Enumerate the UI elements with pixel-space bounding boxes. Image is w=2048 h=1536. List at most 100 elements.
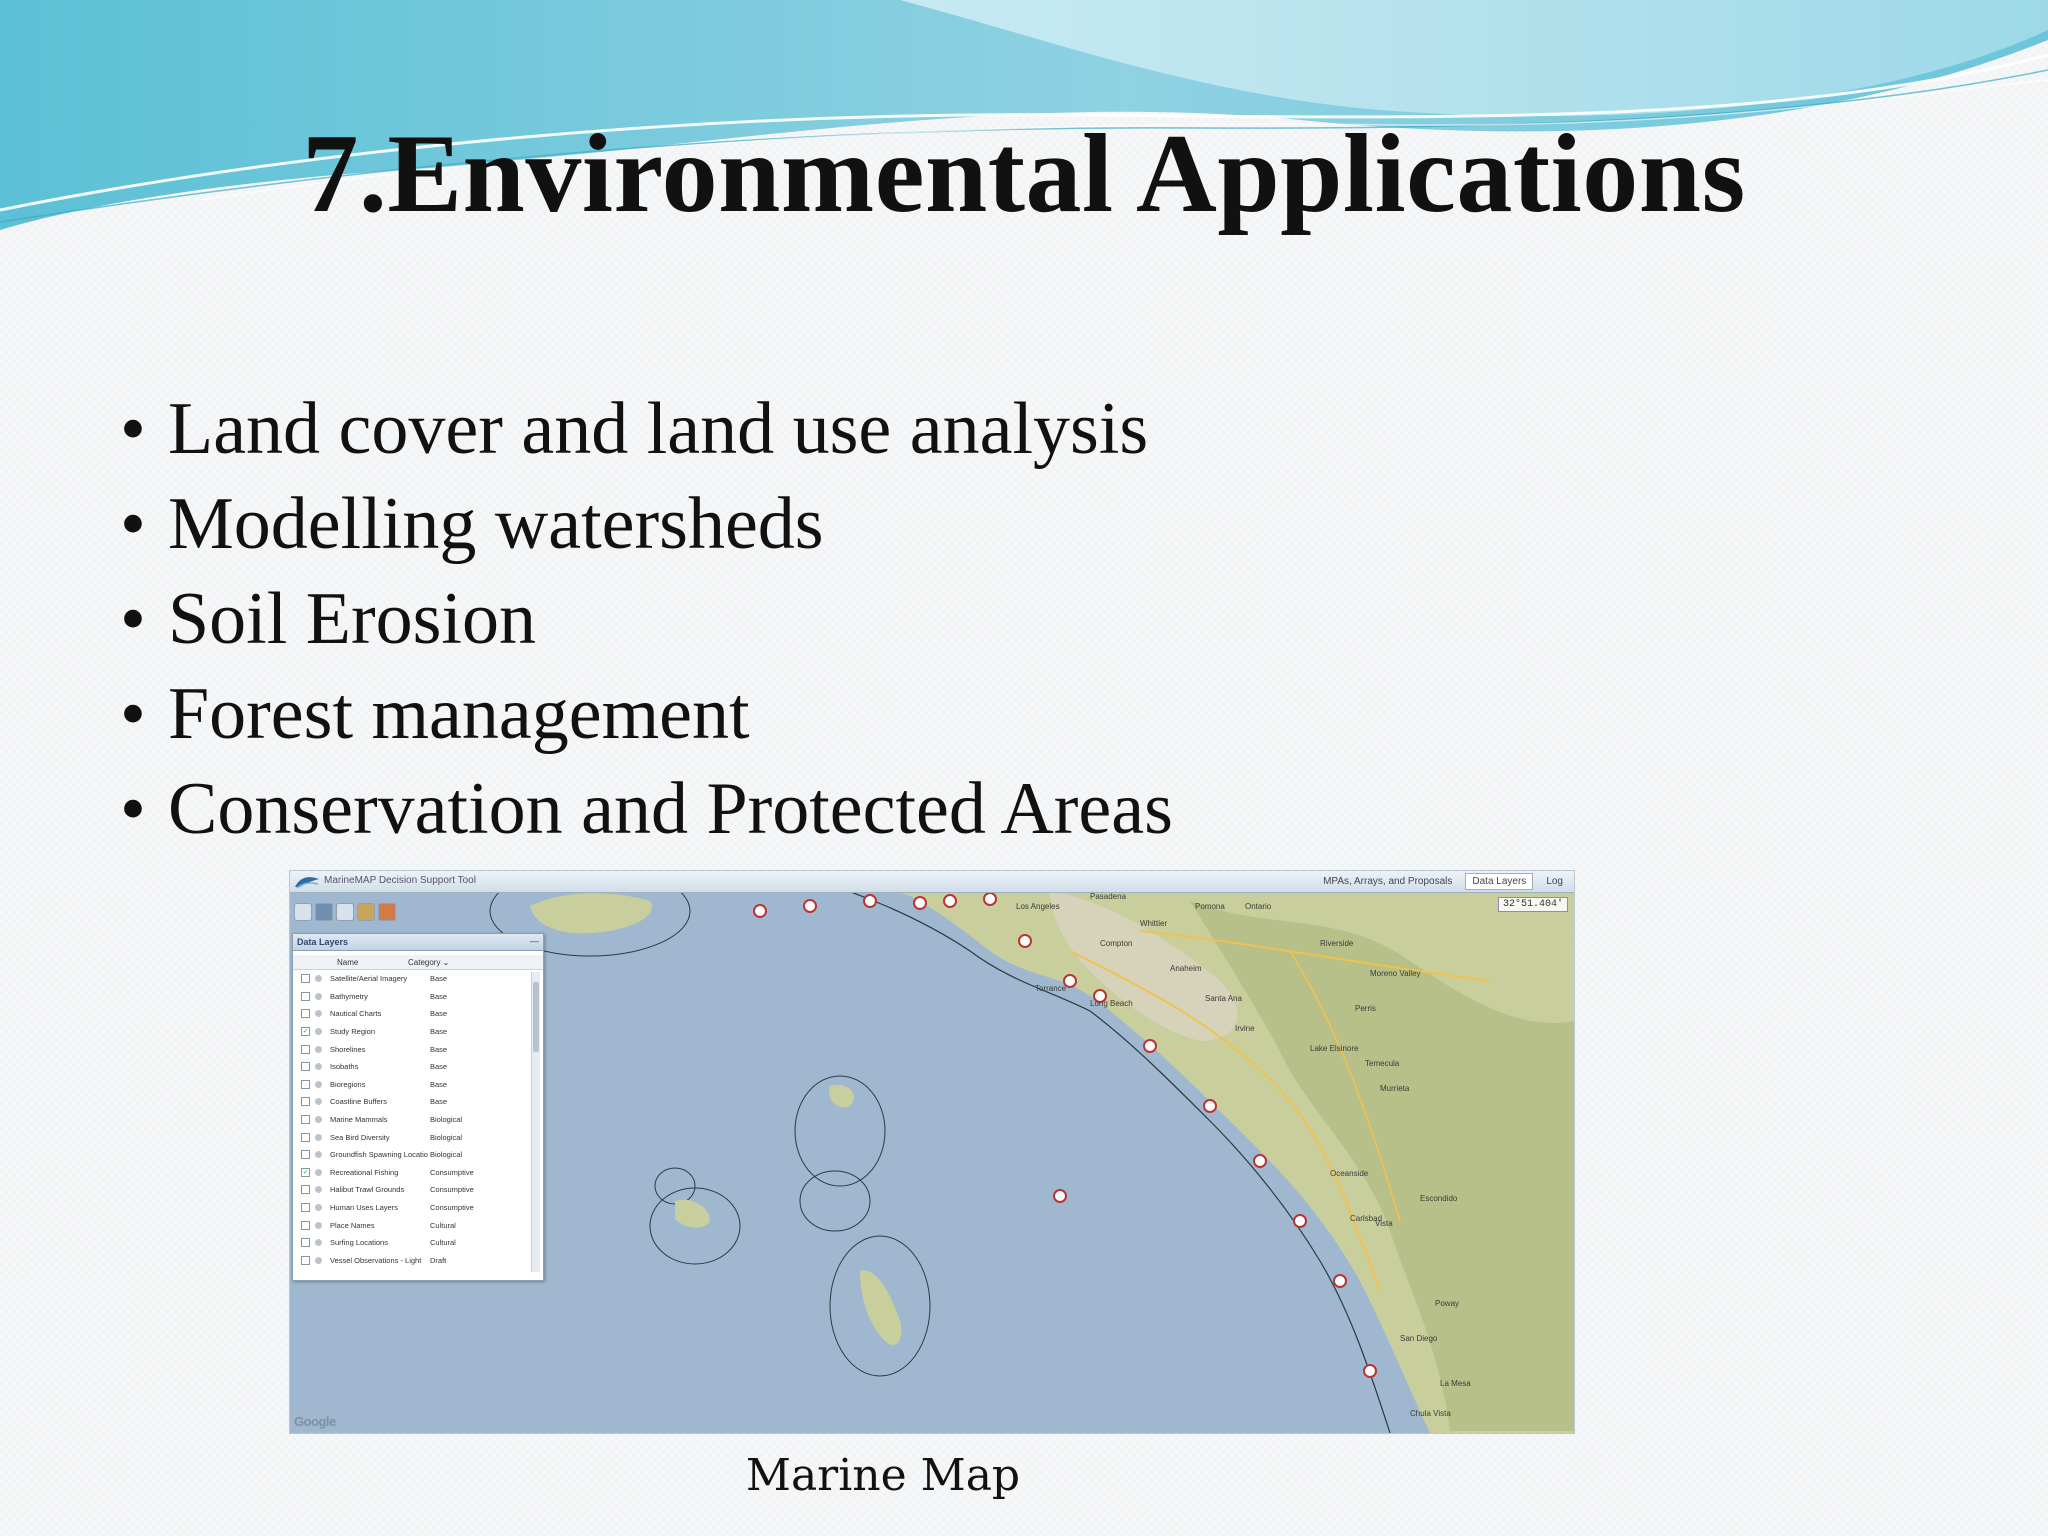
place-label: Murrieta (1380, 1084, 1410, 1093)
tab-log[interactable]: Log (1539, 873, 1570, 890)
layer-info-icon[interactable] (315, 1133, 322, 1141)
column-category-header[interactable]: Category ⌄ (408, 958, 478, 967)
layer-row[interactable]: Place Names Cultural (293, 1216, 543, 1234)
layer-row[interactable]: Halibut Trawl Grounds Consumptive (293, 1181, 543, 1199)
layer-name: Vessel Observations - Light (330, 1255, 422, 1265)
layer-checkbox[interactable] (301, 1009, 310, 1019)
layer-category: Consumptive (430, 1185, 474, 1195)
layer-checkbox[interactable] (301, 1079, 310, 1089)
tab-data-layers[interactable]: Data Layers (1465, 873, 1534, 890)
layer-checkbox[interactable] (301, 1115, 310, 1125)
settings-tool-icon[interactable] (336, 903, 354, 921)
layer-checkbox[interactable] (301, 974, 310, 984)
slide: 7.Environmental Applications • Land cover… (0, 0, 2048, 1536)
layer-checkbox[interactable] (301, 1220, 310, 1230)
layer-info-icon[interactable] (315, 1098, 322, 1106)
layer-checkbox[interactable] (301, 1203, 310, 1213)
layer-info-icon[interactable] (315, 1063, 322, 1071)
place-label: Santa Ana (1205, 994, 1242, 1003)
layer-checkbox[interactable]: ✓ (301, 1027, 310, 1037)
layer-info-icon[interactable] (315, 1045, 322, 1053)
print-tool-icon[interactable] (378, 903, 396, 921)
layer-row[interactable]: Human Uses Layers Consumptive (293, 1199, 543, 1217)
slide-title: 7.Environmental Applications (302, 112, 1746, 236)
layer-row[interactable]: ✓ Recreational Fishing Consumptive (293, 1164, 543, 1182)
layer-info-icon[interactable] (315, 1168, 322, 1176)
layer-checkbox[interactable]: ✓ (301, 1167, 310, 1177)
layer-info-icon[interactable] (315, 975, 322, 983)
place-label: Riverside (1320, 939, 1354, 948)
layer-category: Base (430, 1044, 448, 1054)
layer-name: Marine Mammals (330, 1115, 388, 1125)
layer-checkbox[interactable] (301, 1062, 310, 1072)
layer-checkbox[interactable] (301, 1185, 310, 1195)
layer-info-icon[interactable] (315, 1256, 322, 1264)
layer-checkbox[interactable] (301, 1255, 310, 1265)
layer-name: Nautical Charts (330, 1009, 382, 1019)
panel-title: Data Layers (297, 937, 349, 947)
place-label: Poway (1435, 1299, 1459, 1308)
layer-info-icon[interactable] (315, 1151, 322, 1159)
panel-scrollbar[interactable] (531, 972, 540, 1272)
marine-map-screenshot: Los Angeles Pasadena Pomona Ontario Rive… (289, 870, 1575, 1434)
layer-table-header: Name Category ⌄ (293, 955, 543, 970)
layer-checkbox[interactable] (301, 1238, 310, 1248)
layer-row[interactable]: Sea Bird Diversity Biological (293, 1128, 543, 1146)
layer-category: Biological (430, 1150, 463, 1160)
layer-category: Consumptive (430, 1167, 474, 1177)
place-label: La Mesa (1440, 1379, 1471, 1388)
tab-mpas-arrays-proposals[interactable]: MPAs, Arrays, and Proposals (1316, 873, 1459, 890)
layer-checkbox[interactable] (301, 1132, 310, 1142)
layer-row[interactable]: Surfing Locations Cultural (293, 1234, 543, 1252)
layer-row[interactable]: Shorelines Base (293, 1040, 543, 1058)
scroll-thumb[interactable] (533, 982, 539, 1052)
layer-row[interactable]: Isobaths Base (293, 1058, 543, 1076)
bullet-marker: • (120, 483, 146, 565)
layer-category: Base (430, 1009, 448, 1019)
layer-checkbox[interactable] (301, 991, 310, 1001)
layer-info-icon[interactable] (315, 1010, 322, 1018)
layer-category: Biological (430, 1115, 463, 1125)
marinemap-logo-icon (295, 877, 319, 889)
layer-row[interactable]: Bathymetry Base (293, 988, 543, 1006)
layer-name: Sea Bird Diversity (330, 1132, 390, 1142)
place-label: Ontario (1245, 902, 1272, 911)
layer-row[interactable]: ✓ Study Region Base (293, 1023, 543, 1041)
column-name-header[interactable]: Name (293, 958, 408, 967)
layer-checkbox[interactable] (301, 1044, 310, 1054)
layer-row[interactable]: Vessel Observations - Light Draft (293, 1252, 543, 1270)
layer-info-icon[interactable] (315, 1186, 322, 1194)
layer-name: Bioregions (330, 1079, 366, 1089)
layer-info-icon[interactable] (315, 1028, 322, 1036)
layer-name: Surfing Locations (330, 1238, 388, 1248)
layer-row[interactable]: Marine Mammals Biological (293, 1111, 543, 1129)
layer-row[interactable]: Groundfish Spawning Locatio Biological (293, 1146, 543, 1164)
layer-row[interactable]: Nautical Charts Base (293, 1005, 543, 1023)
bullet-marker: • (120, 768, 146, 850)
place-label: Vista (1375, 1219, 1393, 1228)
layer-checkbox[interactable] (301, 1150, 310, 1160)
layer-info-icon[interactable] (315, 1239, 322, 1247)
place-label: Irvine (1235, 1024, 1255, 1033)
layer-row[interactable]: Bioregions Base (293, 1076, 543, 1094)
place-label: Whittier (1140, 919, 1167, 928)
pan-tool-icon[interactable] (294, 903, 312, 921)
layer-row[interactable]: Satellite/Aerial Imagery Base (293, 970, 543, 988)
layer-info-icon[interactable] (315, 992, 322, 1000)
place-label: Long Beach (1090, 999, 1133, 1008)
layer-name: Place Names (330, 1220, 375, 1230)
layer-info-icon[interactable] (315, 1080, 322, 1088)
layer-row[interactable]: Coastline Buffers Base (293, 1093, 543, 1111)
bullet-marker: • (120, 578, 146, 660)
folder-tool-icon[interactable] (357, 903, 375, 921)
collapse-icon[interactable]: — (530, 936, 539, 946)
zoom-tool-icon[interactable] (315, 903, 333, 921)
layer-checkbox[interactable] (301, 1097, 310, 1107)
layer-name: Study Region (330, 1027, 376, 1037)
layer-info-icon[interactable] (315, 1116, 322, 1124)
place-label: Pasadena (1090, 892, 1127, 901)
layer-info-icon[interactable] (315, 1204, 322, 1212)
place-label: Los Angeles (1016, 902, 1060, 911)
layer-info-icon[interactable] (315, 1221, 322, 1229)
bullet-text: Forest management (168, 673, 750, 755)
